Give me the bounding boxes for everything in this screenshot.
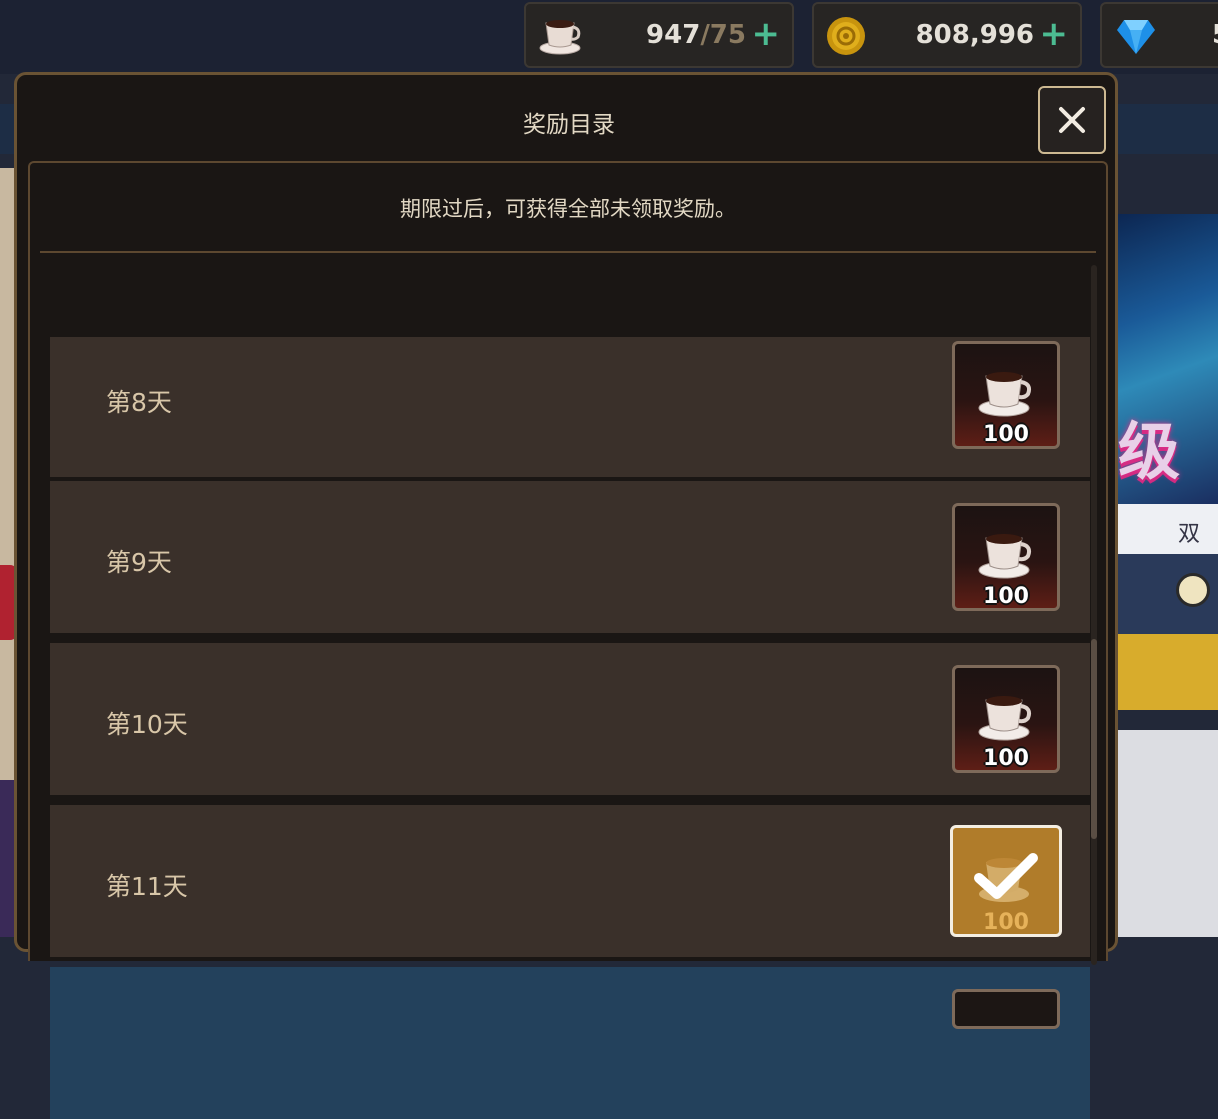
coffee-cup-icon bbox=[978, 372, 1032, 417]
reward-row-day-8: 第8天 100 bbox=[50, 337, 1090, 477]
reward-catalog-panel: 奖励目录 期限过后，可获得全部未领取奖励。 第8天 100 第9天 100 第1… bbox=[14, 72, 1118, 1119]
expiry-notice: 期限过后，可获得全部未领取奖励。 bbox=[400, 197, 736, 221]
scrollbar-thumb[interactable] bbox=[1091, 639, 1097, 839]
currency-gold: 808,996 + bbox=[812, 2, 1082, 68]
reward-quantity: 100 bbox=[983, 584, 1029, 609]
day-label: 第8天 bbox=[106, 388, 172, 417]
event-clock-icon bbox=[1176, 573, 1210, 607]
day-label: 第10天 bbox=[106, 710, 188, 739]
list-scrollbar[interactable] bbox=[1091, 265, 1097, 965]
currency-coffee: 947/75 + bbox=[524, 2, 794, 68]
reward-row-next bbox=[50, 967, 1090, 1119]
reward-row-day-10: 第10天 100 bbox=[50, 643, 1090, 795]
gold-coin-icon bbox=[827, 17, 865, 55]
reward-quantity: 100 bbox=[983, 910, 1029, 935]
currency-gem: 5 bbox=[1100, 2, 1218, 68]
day-label: 第9天 bbox=[106, 548, 172, 577]
add-gold-button[interactable]: + bbox=[1040, 14, 1069, 54]
day-label: 第11天 bbox=[106, 872, 188, 901]
reward-item[interactable]: 100 bbox=[952, 341, 1060, 449]
gem-value: 5 bbox=[1212, 20, 1218, 50]
panel-title: 奖励目录 bbox=[523, 112, 615, 138]
event-banner-caption: 双周 bbox=[1110, 504, 1218, 579]
checkmark-icon bbox=[974, 853, 1038, 899]
reward-list-container: 期限过后，可获得全部未领取奖励。 第8天 100 第9天 100 第10天 10… bbox=[28, 161, 1108, 1119]
reward-item[interactable]: 100 bbox=[952, 503, 1060, 611]
coffee-cup-icon bbox=[978, 696, 1032, 741]
coffee-cup-icon bbox=[539, 20, 581, 55]
reward-quantity: 100 bbox=[983, 422, 1029, 447]
add-coffee-button[interactable]: + bbox=[752, 14, 781, 54]
coffee-value: 947/75 bbox=[646, 20, 746, 50]
reward-row-day-11: 第11天 100 bbox=[50, 805, 1090, 957]
reward-quantity: 100 bbox=[983, 746, 1029, 771]
blue-gem-icon bbox=[1117, 20, 1155, 54]
close-icon bbox=[1059, 107, 1085, 133]
reward-item[interactable] bbox=[952, 989, 1060, 1029]
close-button[interactable] bbox=[1038, 86, 1106, 154]
reward-row-day-9: 第9天 100 bbox=[50, 481, 1090, 633]
event-go-button[interactable] bbox=[1110, 634, 1218, 710]
gold-value: 808,996 bbox=[915, 20, 1034, 50]
divider bbox=[40, 251, 1096, 253]
event-banner-title: 级 bbox=[1118, 415, 1181, 488]
background-right-panel bbox=[1110, 730, 1218, 937]
coffee-cup-icon bbox=[978, 534, 1032, 579]
reward-item-claimed[interactable]: 100 bbox=[950, 825, 1062, 937]
reward-item[interactable]: 100 bbox=[952, 665, 1060, 773]
